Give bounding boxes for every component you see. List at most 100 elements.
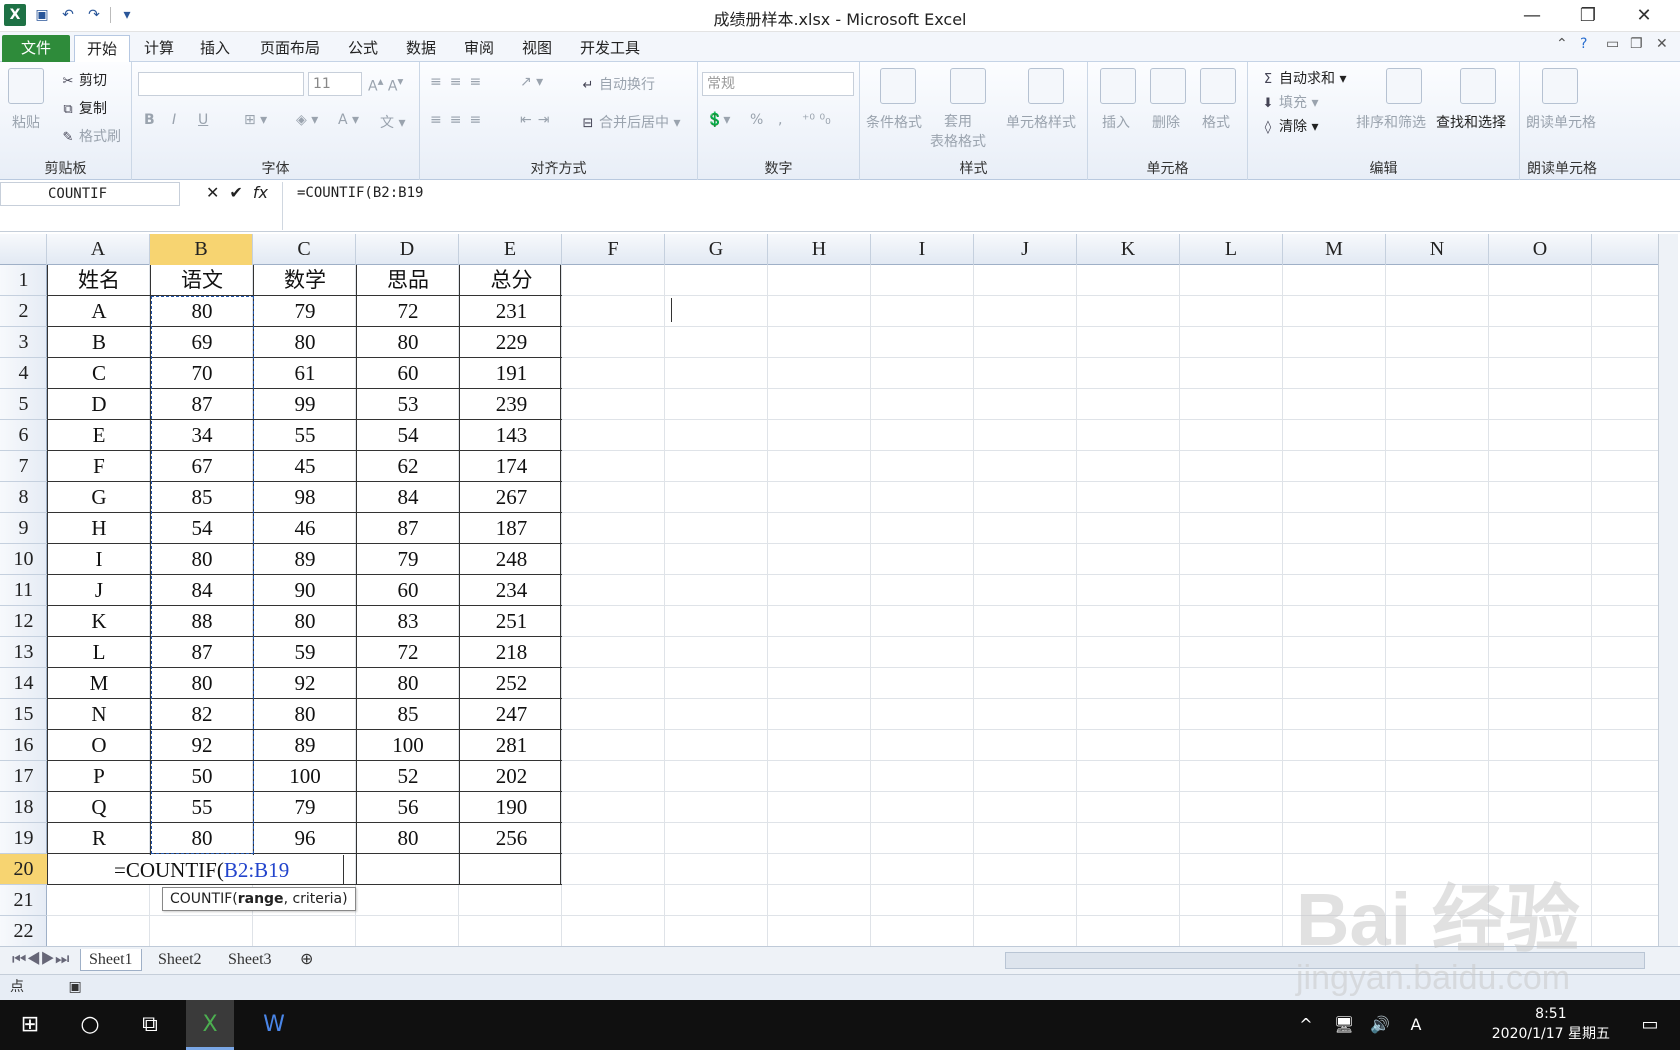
format-table-icon[interactable] [950,68,986,104]
indent-icons[interactable]: ⇤⇥ [520,112,555,128]
table-cell[interactable]: 100 [357,730,460,760]
restore-button[interactable]: ❐ [1560,0,1616,32]
table-cell[interactable]: 80 [357,823,460,853]
format-table-button[interactable]: 套用 表格格式 [930,112,986,152]
table-cell[interactable]: 45 [254,451,357,481]
table-cell[interactable]: 252 [460,668,563,698]
table-cell[interactable] [357,854,460,884]
table-cell[interactable]: J [48,575,151,605]
table-cell[interactable]: 52 [357,761,460,791]
table-cell[interactable]: 187 [460,513,563,543]
table-cell[interactable]: 60 [357,358,460,388]
row-header-9[interactable]: 9 [0,513,47,544]
tab-review[interactable]: 审阅 [452,35,506,62]
table-cell[interactable]: C [48,358,151,388]
bold-button[interactable]: B [144,112,155,128]
table-cell[interactable]: P [48,761,151,791]
tab-page-layout[interactable]: 页面布局 [248,35,332,62]
font-color-icon[interactable]: A ▾ [338,112,359,128]
close-button[interactable]: ✕ [1616,0,1672,32]
border-icon[interactable]: ⊞ ▾ [244,112,267,128]
row-header-20[interactable]: 20 [0,854,47,885]
table-cell[interactable]: 98 [254,482,357,512]
row-header-15[interactable]: 15 [0,699,47,730]
column-header-j[interactable]: J [974,234,1077,265]
column-header-f[interactable]: F [562,234,665,265]
minimize-button[interactable]: — [1504,0,1560,32]
table-cell[interactable]: 143 [460,420,563,450]
delete-cells-button[interactable]: 删除 [1152,112,1180,132]
row-header-3[interactable]: 3 [0,327,47,358]
table-cell[interactable]: 62 [357,451,460,481]
table-cell[interactable]: 79 [254,792,357,822]
row-header-7[interactable]: 7 [0,451,47,482]
table-cell[interactable]: 53 [357,389,460,419]
header-cell[interactable]: 思品 [357,265,460,295]
row-header-11[interactable]: 11 [0,575,47,606]
table-cell[interactable]: 191 [460,358,563,388]
name-box[interactable]: COUNTIF [0,182,180,206]
font-name-select[interactable] [138,72,304,96]
column-header-h[interactable]: H [768,234,871,265]
header-cell[interactable]: 总分 [460,265,563,295]
enter-icon[interactable]: ✔ [229,183,242,202]
table-cell[interactable]: 60 [357,575,460,605]
column-header-o[interactable]: O [1489,234,1592,265]
table-cell[interactable]: 80 [254,699,357,729]
sort-filter-button[interactable]: 排序和筛选 [1356,112,1426,132]
row-header-5[interactable]: 5 [0,389,47,420]
delete-cells-icon[interactable] [1150,68,1186,104]
table-cell[interactable]: 92 [254,668,357,698]
row-header-13[interactable]: 13 [0,637,47,668]
decimal-icons[interactable]: ⁺⁰ ⁰₀ [802,112,831,128]
table-cell[interactable]: 248 [460,544,563,574]
vertical-scrollbar[interactable] [1658,234,1678,946]
header-cell[interactable]: 语文 [151,265,254,295]
table-cell[interactable]: O [48,730,151,760]
table-cell[interactable]: 55 [254,420,357,450]
tab-developer[interactable]: 开发工具 [568,35,652,62]
autosum-button[interactable]: Σ 自动求和 ▾ [1260,68,1347,88]
select-all-corner[interactable] [0,234,47,265]
table-cell[interactable]: 80 [357,668,460,698]
table-cell[interactable]: 174 [460,451,563,481]
table-cell[interactable]: 83 [357,606,460,636]
table-cell[interactable]: 54 [357,420,460,450]
table-cell[interactable]: 256 [460,823,563,853]
table-cell[interactable]: 79 [357,544,460,574]
row-header-14[interactable]: 14 [0,668,47,699]
table-cell[interactable]: 84 [357,482,460,512]
insert-function-icon[interactable]: fx [253,183,268,202]
column-header-e[interactable]: E [459,234,562,265]
header-cell[interactable]: 数学 [254,265,357,295]
table-cell[interactable]: 79 [254,296,357,326]
comma-button[interactable]: , [778,112,782,128]
tab-data[interactable]: 数据 [394,35,448,62]
table-cell[interactable]: 80 [254,327,357,357]
tab-formulas[interactable]: 公式 [336,35,390,62]
vertical-align-icons[interactable]: ≡≡≡ [430,74,489,90]
italic-button[interactable]: I [172,112,176,128]
table-cell[interactable]: 56 [357,792,460,822]
column-header-c[interactable]: C [253,234,356,265]
row-header-17[interactable]: 17 [0,761,47,792]
table-cell[interactable]: 229 [460,327,563,357]
table-cell[interactable]: 72 [357,296,460,326]
table-cell[interactable]: 281 [460,730,563,760]
read-cells-button[interactable]: 朗读单元格 [1526,112,1596,132]
format-painter-button[interactable]: ✎ 格式刷 [60,126,121,146]
table-cell[interactable]: 80 [357,327,460,357]
start-icon[interactable]: ⊞ [6,1000,54,1050]
worksheet-grid[interactable]: ABCDEFGHIJKLMNO 1 2 3 4 5 6 7 8 9 10 11 12 13 14 15 16 1… [0,234,1660,946]
row-header-22[interactable]: 22 [0,916,47,946]
underline-button[interactable]: U [198,112,208,128]
table-cell[interactable]: 90 [254,575,357,605]
grow-font-icon[interactable]: A▴ A▾ [368,74,403,95]
cell-styles-button[interactable]: 单元格样式 [1006,112,1076,132]
table-cell[interactable]: 100 [254,761,357,791]
table-cell[interactable]: A [48,296,151,326]
insert-cells-icon[interactable] [1100,68,1136,104]
sheet-tab-3[interactable]: Sheet3 [220,949,280,971]
row-header-19[interactable]: 19 [0,823,47,854]
table-cell[interactable]: G [48,482,151,512]
